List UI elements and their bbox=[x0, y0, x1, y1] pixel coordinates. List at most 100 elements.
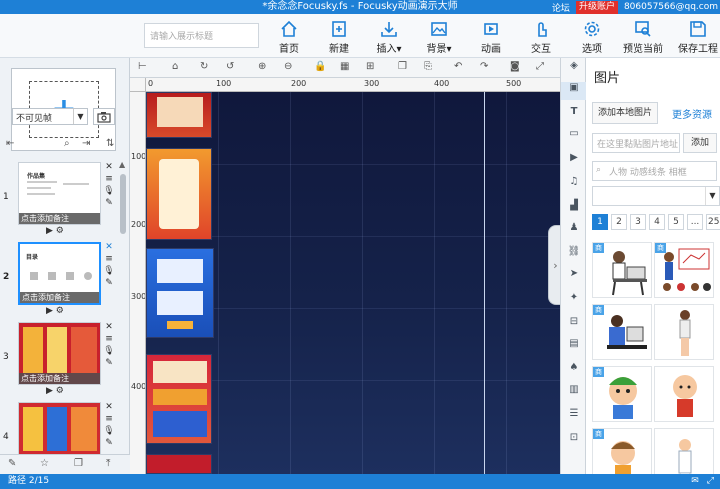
scroll-up-icon[interactable]: ▲ bbox=[119, 160, 125, 169]
to-top-icon[interactable]: ⤒ bbox=[106, 458, 110, 469]
fullscreen-icon[interactable]: ⤢ bbox=[707, 474, 714, 489]
page-button[interactable]: 4 bbox=[649, 214, 665, 230]
interaction-button[interactable]: 交互 bbox=[516, 16, 566, 56]
scroll-thumb[interactable] bbox=[120, 174, 126, 234]
text-icon[interactable]: T bbox=[561, 106, 587, 124]
zoom-out-icon[interactable]: ⊖ bbox=[284, 61, 292, 72]
paste-icon[interactable]: ⎘ bbox=[424, 61, 432, 72]
page-button[interactable]: 2 bbox=[611, 214, 627, 230]
copy-icon[interactable]: ❐ bbox=[398, 61, 407, 72]
slide-list-scrollbar[interactable]: ▲ bbox=[119, 160, 127, 450]
slide-thumbnail-2[interactable]: 目录 点击添加备注 bbox=[18, 242, 101, 305]
add-url-button[interactable]: 添加 bbox=[683, 133, 717, 153]
shirt-icon[interactable]: ♠ bbox=[561, 362, 587, 380]
sort-icon[interactable]: ⇅ bbox=[106, 138, 114, 149]
image-icon[interactable]: ▣ bbox=[561, 82, 587, 100]
delete-icon[interactable]: ✕ bbox=[103, 402, 115, 414]
expand-right-icon[interactable]: ⇥ bbox=[82, 138, 90, 149]
poster-image[interactable] bbox=[146, 92, 212, 138]
insert-button[interactable]: 插入▾ bbox=[364, 16, 414, 56]
page-button[interactable]: 254 bbox=[706, 214, 720, 230]
screenshot-icon[interactable]: ◙ bbox=[510, 61, 520, 72]
clipart-item[interactable] bbox=[654, 304, 714, 360]
fit-icon[interactable]: ⤢ bbox=[536, 61, 544, 72]
clipart-item[interactable] bbox=[654, 428, 714, 474]
delete-icon[interactable]: ✕ bbox=[103, 242, 115, 254]
link-icon[interactable]: ⛓ bbox=[561, 246, 587, 264]
add-local-image-button[interactable]: 添加本地图片 bbox=[592, 102, 658, 124]
home-view-icon[interactable]: ⌂ bbox=[172, 61, 178, 72]
clipart-item[interactable]: 商 bbox=[592, 242, 652, 298]
slide-row-2[interactable]: 2 目录 点击添加备注 ✕ ≡ 🎙 ✎ ▶ ⚙ bbox=[0, 242, 128, 320]
gear-icon[interactable]: ⚙ bbox=[56, 306, 64, 316]
home-button[interactable]: 首页 bbox=[264, 16, 314, 56]
gear-icon[interactable]: ⚙ bbox=[56, 386, 64, 396]
edit-icon[interactable]: ✎ bbox=[103, 358, 115, 370]
category-select[interactable]: ▼ bbox=[592, 186, 720, 206]
layout-icon[interactable]: ⊟ bbox=[561, 316, 587, 334]
clipart-item[interactable]: 商 bbox=[592, 304, 652, 360]
undo-icon[interactable]: ↶ bbox=[454, 61, 462, 72]
layers-icon[interactable]: ☰ bbox=[561, 408, 587, 426]
frame-type-select[interactable]: 不可见帧 ▼ bbox=[12, 108, 88, 125]
send-icon[interactable]: ➤ bbox=[561, 268, 587, 286]
delete-icon[interactable]: ✕ bbox=[103, 322, 115, 334]
account-label[interactable]: 806057566@qq.com bbox=[624, 2, 718, 12]
new-button[interactable]: 新建 bbox=[314, 16, 364, 56]
poster-image[interactable] bbox=[146, 354, 212, 444]
more-resources-link[interactable]: 更多资源 bbox=[672, 106, 712, 121]
music-icon[interactable]: ♫ bbox=[561, 176, 587, 194]
animation-button[interactable]: 动画 bbox=[466, 16, 516, 56]
mic-icon[interactable]: 🎙 bbox=[103, 346, 115, 358]
clipart-item[interactable] bbox=[654, 366, 714, 422]
mic-icon[interactable]: 🎙 bbox=[103, 186, 115, 198]
clipart-item[interactable]: 商 bbox=[654, 242, 714, 298]
menu-icon[interactable]: ≡ bbox=[103, 334, 115, 346]
clipart-item[interactable]: 商 bbox=[592, 428, 652, 474]
zoom-in-icon[interactable]: ⊕ bbox=[258, 61, 266, 72]
play-icon[interactable]: ▶ bbox=[46, 226, 53, 236]
gear-icon[interactable]: ⚙ bbox=[56, 226, 64, 236]
save-project-button[interactable]: 保存工程 bbox=[673, 16, 720, 56]
flash-icon[interactable]: ✦ bbox=[561, 292, 587, 310]
edit-icon[interactable]: ✎ bbox=[103, 198, 115, 210]
search-icon[interactable]: ⌕ bbox=[64, 138, 70, 149]
poster-image[interactable] bbox=[146, 248, 214, 338]
shape-icon[interactable]: ◈ bbox=[561, 60, 587, 78]
mic-icon[interactable]: 🎙 bbox=[103, 266, 115, 278]
slide-thumbnail-4[interactable] bbox=[18, 402, 101, 458]
poster-image[interactable] bbox=[146, 148, 212, 240]
image-search-input[interactable]: ⌕ 人物 动感线条 相框 bbox=[592, 161, 717, 181]
image-url-input[interactable]: 在这里黏贴图片地址 bbox=[592, 133, 680, 153]
redo-icon[interactable]: ↷ bbox=[480, 61, 488, 72]
edit-note-icon[interactable]: ✎ bbox=[8, 458, 16, 469]
lock-icon[interactable]: 🔒 bbox=[314, 61, 326, 72]
book-icon[interactable]: ▥ bbox=[561, 384, 587, 402]
archive-icon[interactable]: ⊡ bbox=[561, 432, 587, 450]
page-button[interactable]: 1 bbox=[592, 214, 608, 230]
clipart-item[interactable]: 商 bbox=[592, 366, 652, 422]
slide-row-3[interactable]: 3 点击添加备注 ✕ ≡ 🎙 ✎ ▶ ⚙ bbox=[0, 322, 128, 400]
forum-link[interactable]: 论坛 bbox=[552, 1, 570, 14]
guide-line[interactable] bbox=[484, 92, 485, 474]
upgrade-account-button[interactable]: 升级账户 bbox=[575, 0, 618, 14]
slide-row-1[interactable]: 1 作品集 点击添加备注 ✕ ≡ 🎙 ✎ ▶ ⚙ bbox=[0, 162, 128, 240]
rotate-left-icon[interactable]: ↺ bbox=[226, 61, 234, 72]
menu-icon[interactable]: ≡ bbox=[103, 174, 115, 186]
play-icon[interactable]: ▶ bbox=[46, 386, 53, 396]
video-icon[interactable]: ▶ bbox=[561, 152, 587, 170]
layers-icon[interactable]: ❐ bbox=[74, 458, 83, 469]
page-button[interactable]: 5 bbox=[668, 214, 684, 230]
edit-icon[interactable]: ✎ bbox=[103, 438, 115, 450]
rotate-right-icon[interactable]: ↻ bbox=[200, 61, 208, 72]
menu-icon[interactable]: ≡ bbox=[103, 414, 115, 426]
play-icon[interactable]: ▶ bbox=[46, 306, 53, 316]
character-icon[interactable]: ♟ bbox=[561, 222, 587, 240]
edit-icon[interactable]: ✎ bbox=[103, 278, 115, 290]
slide-thumbnail-3[interactable]: 点击添加备注 bbox=[18, 322, 101, 385]
chat-icon[interactable]: ✉ bbox=[691, 474, 699, 489]
slide-thumbnail-1[interactable]: 作品集 点击添加备注 bbox=[18, 162, 101, 225]
background-button[interactable]: 背景▾ bbox=[414, 16, 464, 56]
gallery-icon[interactable]: ▤ bbox=[561, 338, 587, 356]
title-input[interactable]: 请输入展示标题 bbox=[144, 23, 259, 48]
